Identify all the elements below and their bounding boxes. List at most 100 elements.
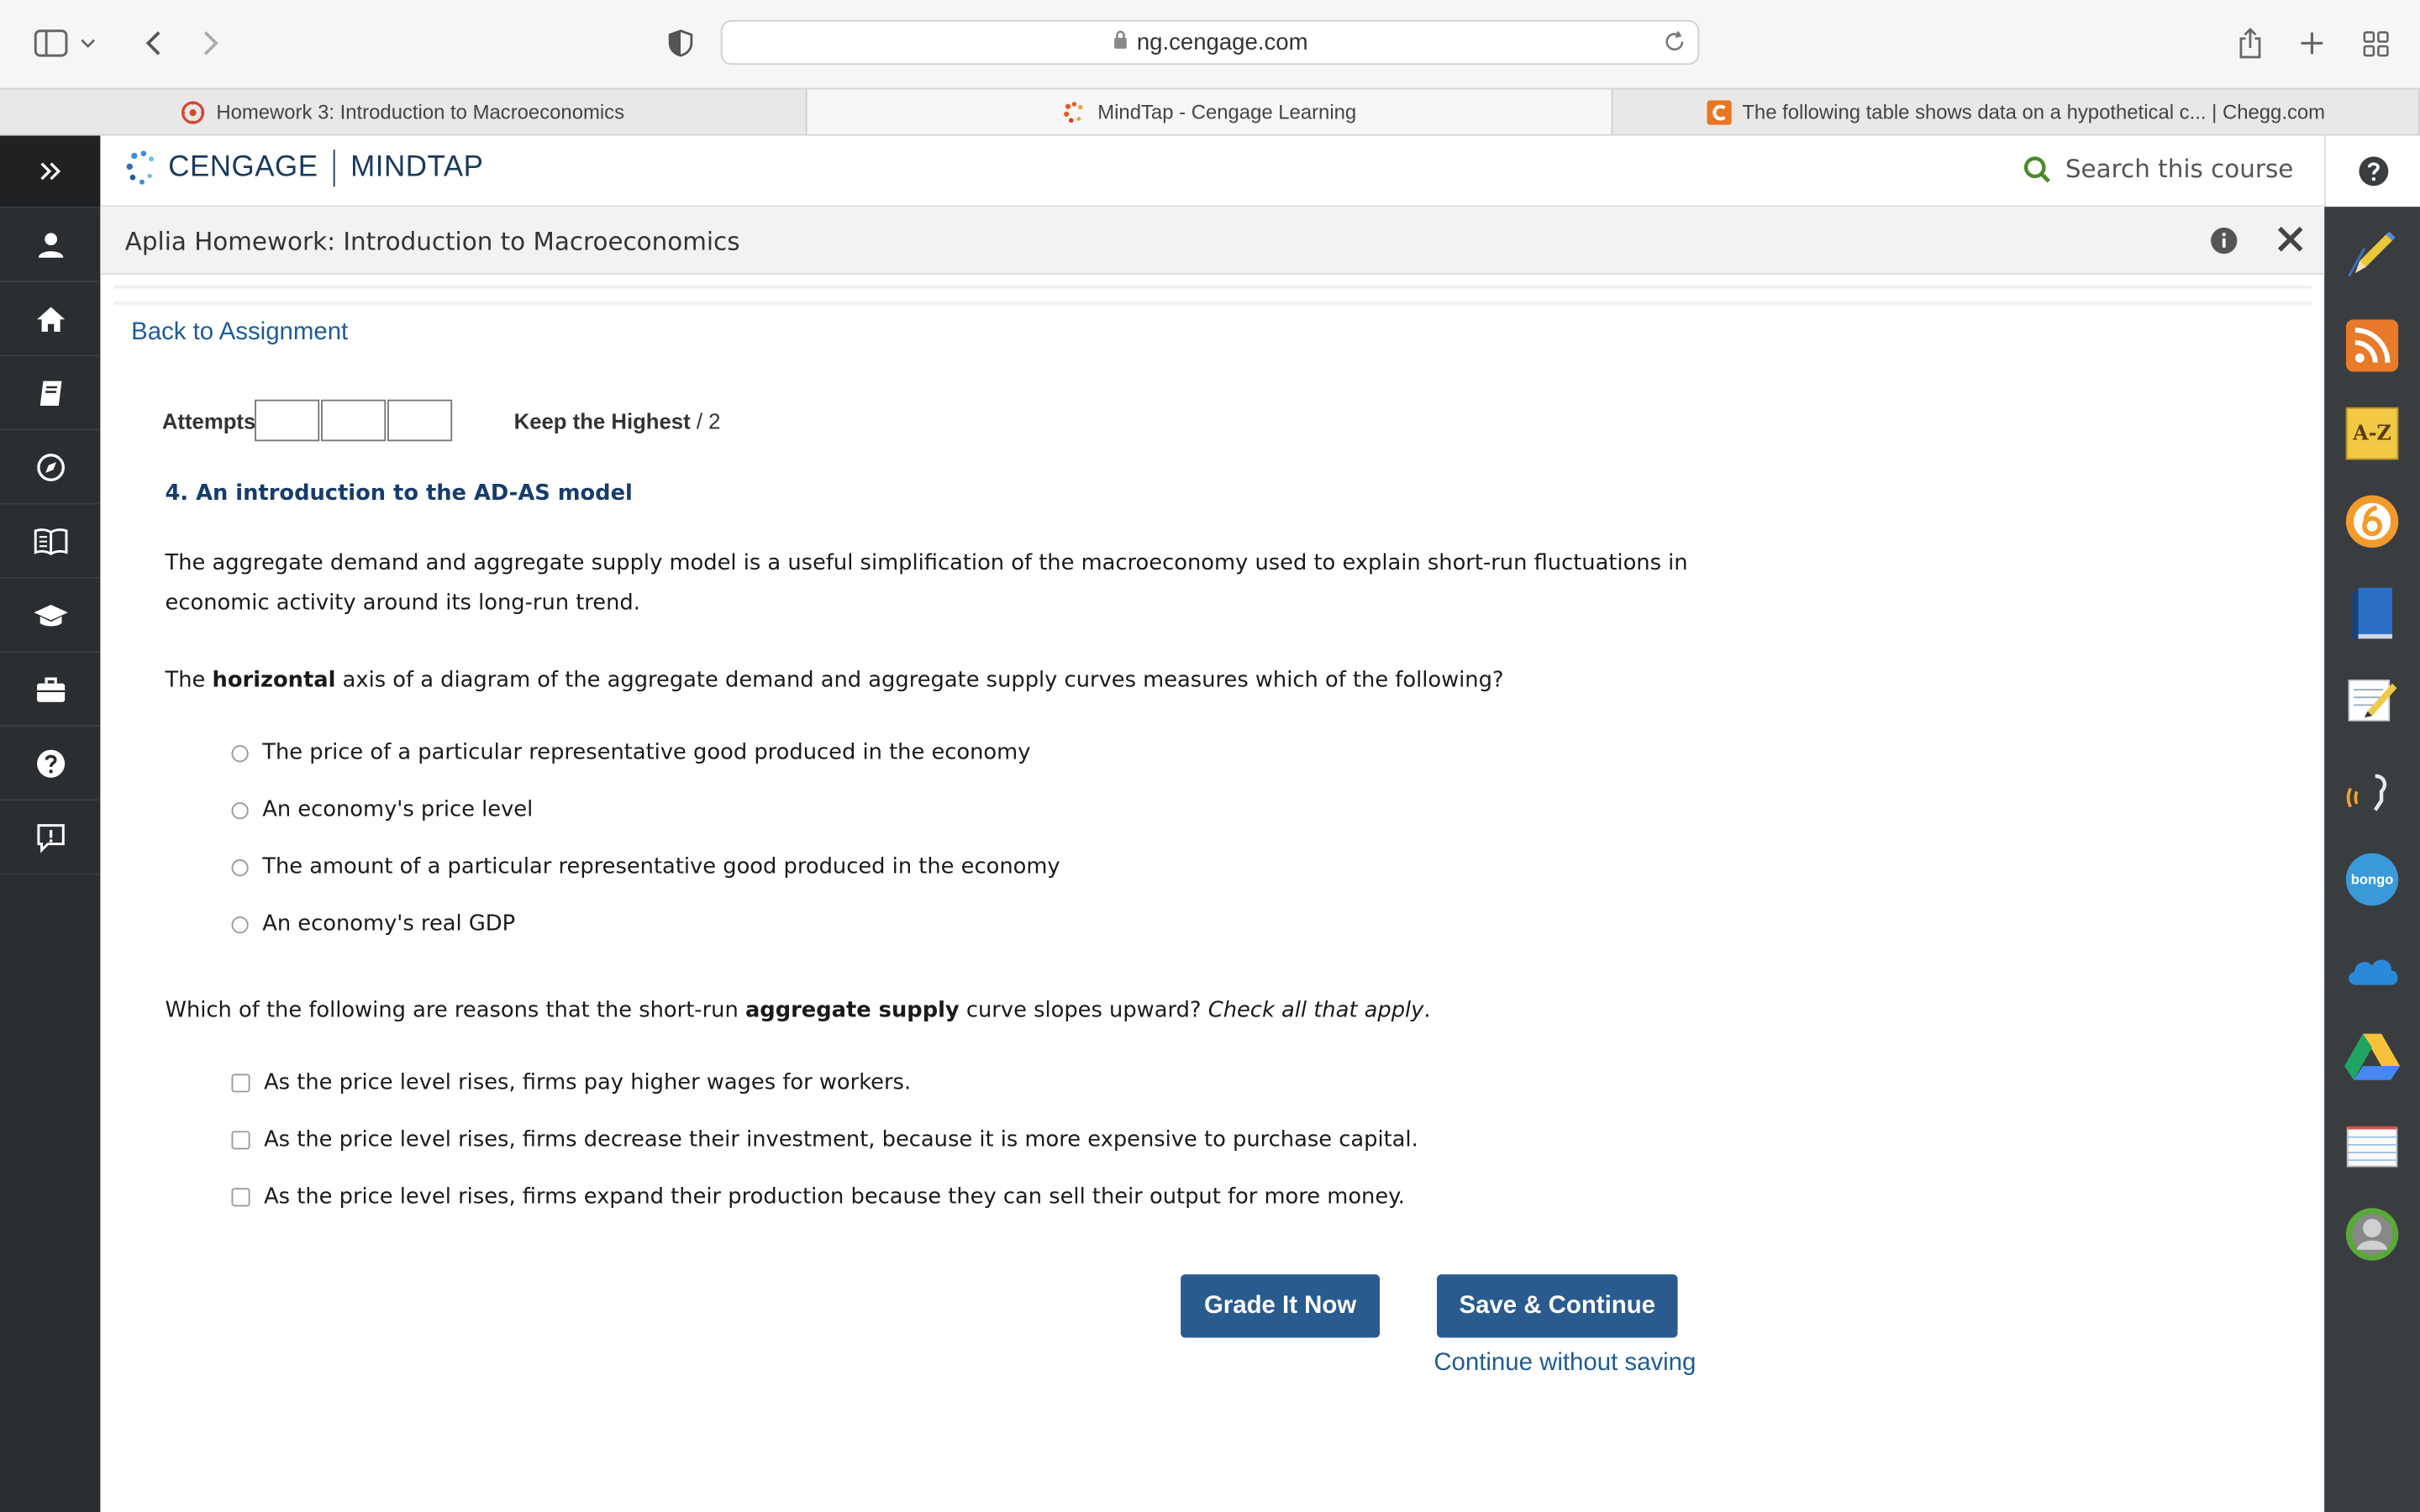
- browser-tab-strip: Homework 3: Introduction to Macroeconomi…: [0, 87, 2420, 136]
- max-score: / 2: [696, 408, 721, 434]
- help-button[interactable]: [2324, 135, 2420, 207]
- account-user-icon[interactable]: [0, 210, 101, 283]
- checkbox[interactable]: [231, 1131, 250, 1150]
- tab-label: Homework 3: Introduction to Macroeconomi…: [216, 100, 625, 123]
- new-tab-plus-icon[interactable]: [2289, 22, 2335, 65]
- briefcase-icon[interactable]: [0, 654, 101, 727]
- left-navigation: [0, 135, 101, 1512]
- notepad-icon[interactable]: [2344, 1119, 2400, 1174]
- divider: [113, 285, 2312, 289]
- search-label: Search this course: [2065, 154, 2294, 184]
- question-heading: 4. An introduction to the AD-AS model: [165, 481, 633, 507]
- address-bar[interactable]: ng.cengage.com: [720, 19, 1700, 66]
- prompt-text: axis of a diagram of the aggregate deman…: [335, 668, 1504, 693]
- back-to-assignment-link[interactable]: Back to Assignment: [131, 319, 348, 347]
- brand-divider: [333, 150, 335, 187]
- q1-option-2[interactable]: An economy's price level: [231, 797, 534, 822]
- radio-button[interactable]: [231, 858, 249, 876]
- option-label: An economy's real GDP: [262, 911, 516, 937]
- graduation-cap-icon[interactable]: [0, 580, 101, 653]
- checkbox[interactable]: [231, 1188, 250, 1207]
- lock-icon: [1112, 29, 1127, 55]
- glossary-az-icon[interactable]: A-Z: [2344, 406, 2400, 461]
- cengage-mindtap-logo[interactable]: CENGAGE MINDTAP: [125, 150, 484, 187]
- help-circle-icon: [2358, 156, 2388, 186]
- onedrive-cloud-icon[interactable]: [2344, 941, 2400, 996]
- flashcard-six-icon[interactable]: [2344, 494, 2400, 549]
- radio-button[interactable]: [231, 801, 249, 819]
- notebook-icon[interactable]: [0, 358, 101, 431]
- ebook-icon[interactable]: [2344, 585, 2400, 640]
- option-label: As the price level rises, firms decrease…: [264, 1127, 1418, 1153]
- keep-highest-text: Keep the Highest: [513, 408, 691, 434]
- option-label: An economy's price level: [262, 797, 534, 822]
- tab-label: MindTap - Cengage Learning: [1097, 100, 1357, 123]
- prompt-text: Which of the following are reasons that …: [165, 998, 745, 1023]
- tab-homework[interactable]: Homework 3: Introduction to Macroeconomi…: [0, 89, 808, 134]
- privacy-shield-icon[interactable]: [657, 22, 703, 65]
- cengage-logo-icon: [1062, 99, 1086, 123]
- brand-mindtap: MINDTAP: [350, 151, 484, 184]
- option-label: As the price level rises, firms pay high…: [264, 1070, 912, 1096]
- share-icon[interactable]: [2227, 22, 2273, 65]
- forward-arrow-icon[interactable]: [188, 22, 234, 65]
- continue-without-saving-link[interactable]: Continue without saving: [1434, 1350, 1696, 1378]
- search-icon: [2024, 155, 2051, 182]
- reload-icon[interactable]: [1664, 31, 1686, 59]
- pencil-app-icon[interactable]: [2344, 225, 2400, 281]
- compass-icon[interactable]: [0, 432, 101, 505]
- question-1-prompt: The horizontal axis of a diagram of the …: [166, 668, 1504, 692]
- q2-option-1[interactable]: As the price level rises, firms pay high…: [231, 1070, 912, 1096]
- course-search[interactable]: Search this course: [2023, 155, 2293, 184]
- radio-button[interactable]: [231, 744, 249, 762]
- info-icon[interactable]: [2210, 227, 2238, 260]
- attempt-box: [387, 399, 453, 442]
- intro-paragraph: The aggregate demand and aggregate suppl…: [165, 550, 1688, 616]
- tab-label: The following table shows data on a hypo…: [1742, 100, 2326, 123]
- apps-dock: A-Z bongo: [2324, 207, 2420, 1512]
- prompt-bold: horizontal: [212, 668, 336, 693]
- checkbox[interactable]: [231, 1074, 250, 1093]
- radio-button[interactable]: [231, 916, 249, 933]
- activity-title: Aplia Homework: Introduction to Macroeco…: [124, 227, 740, 256]
- bongo-app-icon[interactable]: bongo: [2344, 852, 2400, 907]
- back-arrow-icon[interactable]: [129, 22, 176, 65]
- sidebar-toggle-icon[interactable]: [28, 22, 74, 65]
- tab-mindtap[interactable]: MindTap - Cengage Learning: [807, 89, 1614, 134]
- divider: [113, 301, 2312, 306]
- q1-option-3[interactable]: The amount of a particular representativ…: [231, 854, 1060, 879]
- grade-it-now-button[interactable]: Grade It Now: [1181, 1274, 1381, 1338]
- profile-avatar-icon[interactable]: [2344, 1206, 2400, 1262]
- feedback-icon[interactable]: [0, 802, 101, 875]
- google-drive-icon[interactable]: [2344, 1029, 2401, 1084]
- tab-overview-icon[interactable]: [2352, 22, 2398, 65]
- url-text: ng.cengage.com: [1136, 29, 1308, 56]
- save-and-continue-button[interactable]: Save & Continue: [1437, 1274, 1678, 1338]
- attempt-box: [321, 399, 387, 442]
- notes-pencil-icon[interactable]: [2344, 673, 2400, 728]
- prompt-bold: aggregate supply: [744, 998, 960, 1023]
- option-label: As the price level rises, firms expand t…: [264, 1184, 1405, 1210]
- cengage-dots-icon: [125, 150, 159, 186]
- canvas-logo-icon: [181, 99, 205, 123]
- q1-option-4[interactable]: An economy's real GDP: [231, 911, 516, 937]
- chegg-logo-icon: [1707, 99, 1732, 124]
- option-label: The amount of a particular representativ…: [262, 854, 1060, 879]
- q2-option-2[interactable]: As the price level rises, firms decrease…: [231, 1127, 1418, 1153]
- screen: ng.cengage.com Homework 3: Introduction …: [0, 0, 2420, 1512]
- help-question-icon[interactable]: [0, 728, 101, 801]
- readspeaker-audio-icon[interactable]: [2344, 765, 2400, 821]
- home-icon[interactable]: [0, 284, 101, 357]
- open-book-icon[interactable]: [0, 506, 101, 579]
- rss-feed-icon[interactable]: [2344, 318, 2400, 373]
- attempt-boxes: [255, 399, 454, 442]
- prompt-text: The: [165, 668, 213, 693]
- close-icon[interactable]: [2275, 223, 2306, 260]
- chevron-down-icon[interactable]: [74, 22, 102, 65]
- prompt-text: curve slopes upward?: [959, 998, 1208, 1023]
- q2-option-3[interactable]: As the price level rises, firms expand t…: [231, 1184, 1405, 1210]
- tab-chegg[interactable]: The following table shows data on a hypo…: [1613, 89, 2420, 134]
- attempt-box: [255, 399, 320, 442]
- expand-nav-button[interactable]: [0, 135, 101, 208]
- q1-option-1[interactable]: The price of a particular representative…: [231, 741, 1031, 765]
